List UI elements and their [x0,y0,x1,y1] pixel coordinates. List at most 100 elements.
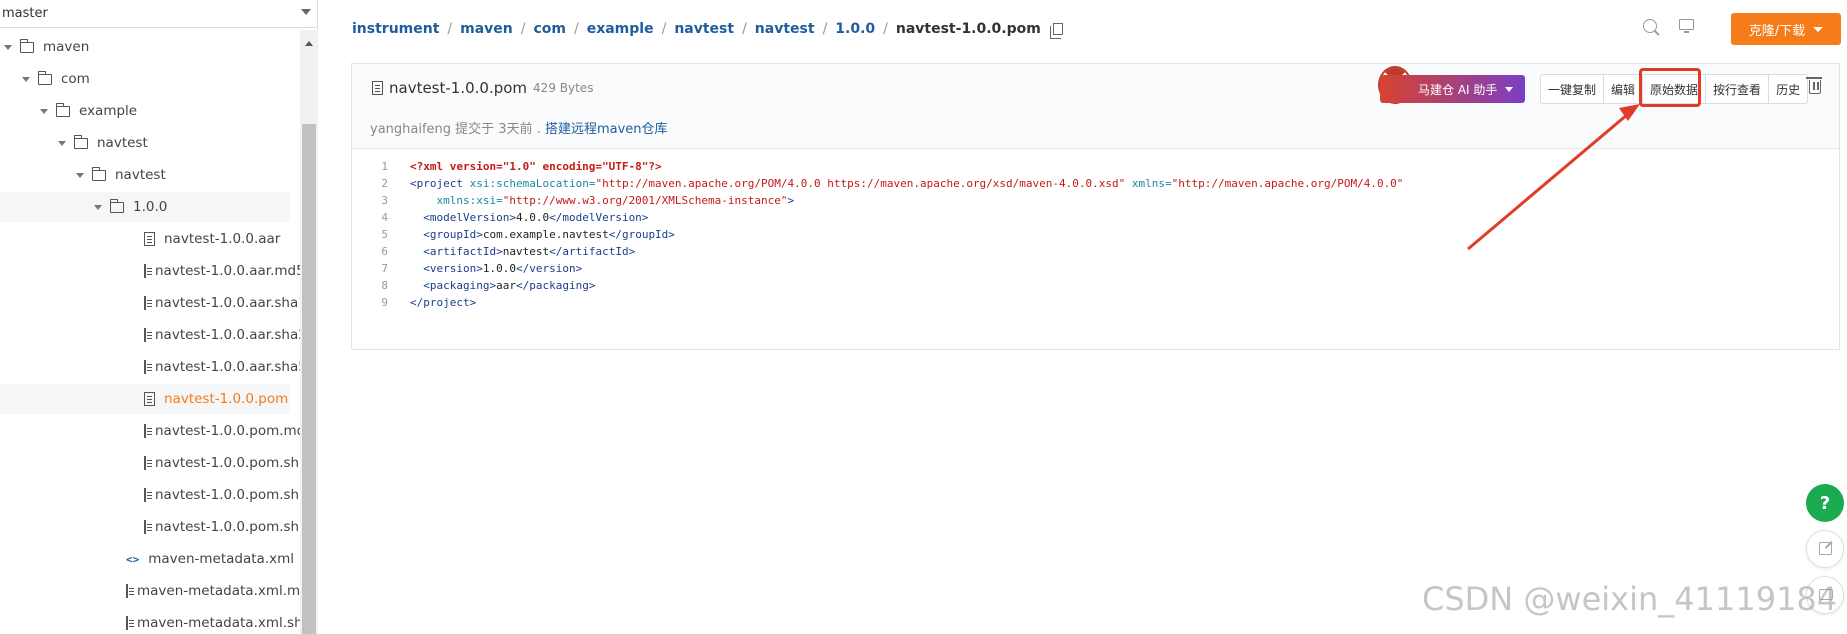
tree-folder[interactable]: navtest [0,128,290,158]
code-token: <modelVersion> [423,210,516,224]
tree-file[interactable]: navtest-1.0.0.pom.sha... [0,512,300,542]
breadcrumb-link[interactable]: example [587,21,654,37]
line-number[interactable]: 1 [352,160,388,173]
tree-file[interactable]: navtest-1.0.0.aar.md5 [0,256,300,286]
file-panel: navtest-1.0.0.pom 429 Bytes yanghaifeng … [351,63,1840,350]
file-icon [144,456,152,470]
trash-icon[interactable] [1806,77,1822,94]
file-icon [144,360,152,374]
breadcrumb-separator: / [520,21,526,37]
tree-file[interactable]: navtest-1.0.0.aar.sha2... [0,320,300,350]
line-number[interactable]: 2 [352,177,388,190]
line-number[interactable]: 9 [352,296,388,309]
tree-file[interactable]: navtest-1.0.0.pom.md5 [0,416,300,446]
tree-folder[interactable]: maven [0,32,290,62]
code-token: com.example.navtest [482,227,609,241]
expand-caret-icon[interactable] [38,105,50,117]
breadcrumb-separator: / [883,21,888,37]
line-view-button[interactable]: 按行查看 [1706,75,1770,103]
breadcrumb-link[interactable]: maven [460,21,513,37]
file-icon [144,488,152,502]
tree-folder[interactable]: navtest [0,160,290,190]
file-icon [144,392,155,406]
clone-download-label: 克隆/下载 [1748,23,1806,39]
commit-author[interactable]: yanghaifeng [370,122,451,137]
monitor-icon[interactable] [1679,19,1694,33]
history-button[interactable]: 历史 [1769,75,1807,103]
code-token: <packaging> [423,278,497,292]
line-number[interactable]: 4 [352,211,388,224]
breadcrumb-separator: / [822,21,828,37]
ai-assistant-button[interactable]: 马建仓 AI 助手 [1380,75,1525,103]
breadcrumb-separator: / [447,21,453,37]
edit-icon [1819,542,1832,555]
tree-item-label: navtest [97,135,148,151]
file-icon [126,584,134,598]
tree-file[interactable]: navtest-1.0.0.aar.sha1 [0,288,300,318]
expand-caret-icon[interactable] [56,137,68,149]
tree-folder[interactable]: example [0,96,290,126]
line-number[interactable]: 3 [352,194,388,207]
code-token: xmlns:xsi= [436,193,503,207]
tree-item-label: navtest-1.0.0.aar [164,231,281,247]
breadcrumb-link[interactable]: com [533,21,566,37]
tree-file[interactable]: navtest-1.0.0.aar [0,224,290,254]
tree-file[interactable]: navtest-1.0.0.pom.sha1 [0,448,300,478]
tree-folder[interactable]: 1.0.0 [0,192,290,222]
feedback-button[interactable] [1806,530,1844,568]
tree-file[interactable]: maven-metadata.xml.md5 [0,576,300,606]
copy-all-button[interactable]: 一键复制 [1541,75,1605,103]
file-icon [144,328,152,342]
file-icon [144,264,152,278]
watermark: CSDN @weixin_41119184 [1422,580,1838,618]
code-token: xmlns= [1131,176,1172,190]
branch-selector[interactable]: master [0,0,318,28]
code-token: </packaging> [515,278,596,292]
folder-icon [38,70,52,85]
branch-name: master [2,6,48,21]
tree-item-label: navtest [115,167,166,183]
expand-caret-icon[interactable] [20,73,32,85]
code-file-icon: <> [126,552,140,566]
folder-icon [110,198,124,213]
help-icon: ? [1819,492,1831,514]
edit-button[interactable]: 编辑 [1604,75,1644,103]
commit-message-link[interactable]: 搭建远程maven仓库 [545,122,668,137]
help-button[interactable]: ? [1806,484,1844,522]
breadcrumb-link[interactable]: instrument [352,21,439,37]
search-icon[interactable] [1643,19,1657,33]
line-number[interactable]: 8 [352,279,388,292]
copy-icon[interactable] [1049,23,1063,39]
tree-file[interactable]: navtest-1.0.0.aar.sha5... [0,352,300,382]
folder-icon [92,166,106,181]
breadcrumb-link[interactable]: navtest [674,21,734,37]
sidebar-scrollbar[interactable] [300,30,318,634]
tree-file[interactable]: maven-metadata.xml.sha1 [0,608,300,634]
file-icon [144,296,152,310]
code-line: 9 </project> [352,292,476,312]
line-number[interactable]: 6 [352,245,388,258]
tree-item-label: navtest-1.0.0.pom.md5 [155,423,300,439]
line-number[interactable]: 5 [352,228,388,241]
expand-caret-icon[interactable] [74,169,86,181]
file-icon [372,81,383,95]
expand-caret-icon[interactable] [92,201,104,213]
clone-download-button[interactable]: 克隆/下载 [1731,13,1841,45]
scrollbar-thumb[interactable] [302,124,316,634]
tree-file[interactable]: navtest-1.0.0.pom.sha... [0,480,300,510]
breadcrumb-link[interactable]: navtest [755,21,815,37]
breadcrumb-link[interactable]: 1.0.0 [835,21,875,37]
tree-folder[interactable]: com [0,64,290,94]
chevron-down-icon [301,9,311,15]
line-number[interactable]: 7 [352,262,388,275]
scroll-up-arrow-icon[interactable] [305,41,313,46]
tree-file[interactable]: navtest-1.0.0.pom [0,384,290,414]
breadcrumb-current: navtest-1.0.0.pom [895,21,1041,37]
breadcrumb-separator: / [742,21,747,37]
header-icons [1643,19,1694,33]
expand-caret-icon[interactable] [2,41,14,53]
tree-file[interactable]: <> maven-metadata.xml [0,544,294,574]
